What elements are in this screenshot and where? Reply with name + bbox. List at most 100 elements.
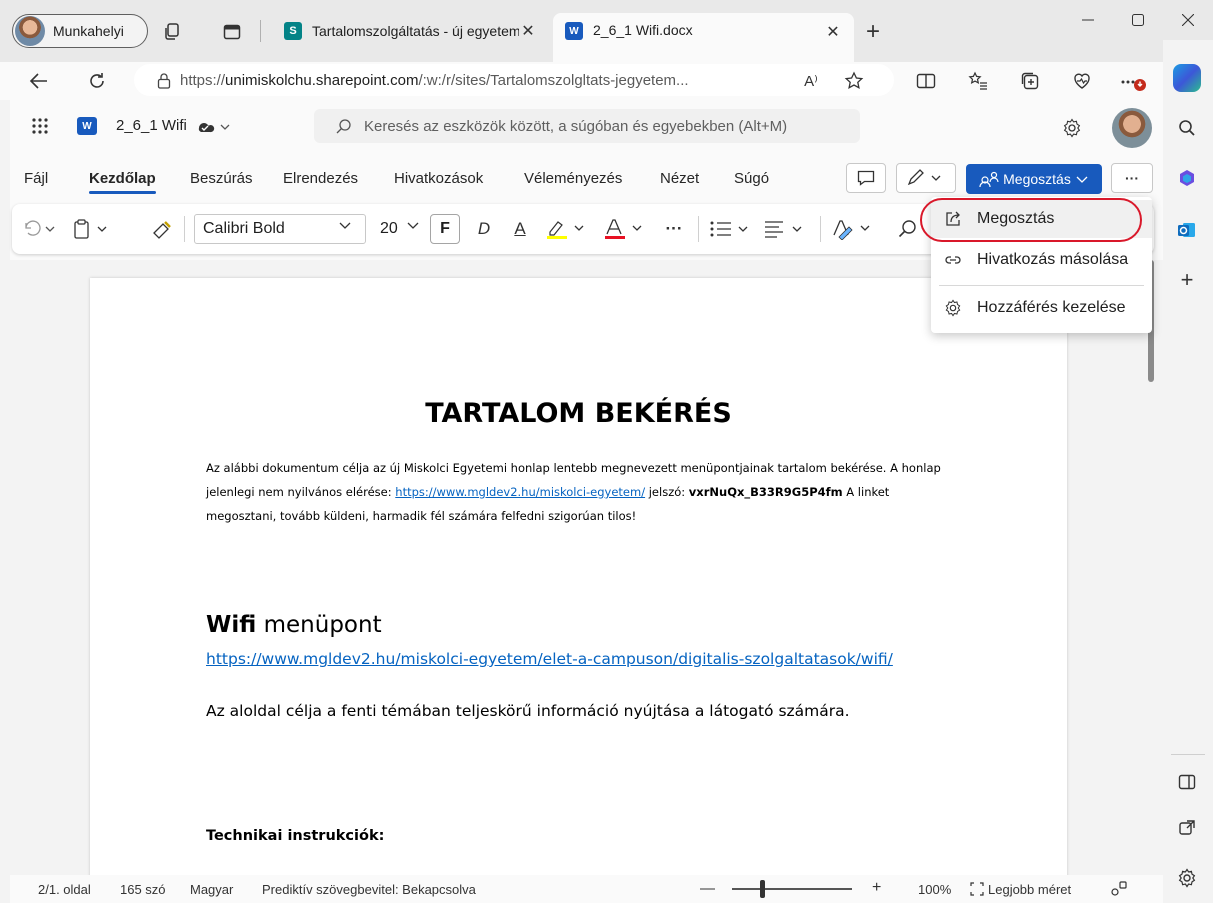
font-color-icon[interactable] bbox=[602, 217, 648, 241]
styles-icon[interactable] bbox=[830, 217, 876, 241]
tab-layout[interactable]: Elrendezés bbox=[283, 170, 358, 187]
search-icon[interactable] bbox=[1175, 116, 1199, 140]
intro-link[interactable]: https://www.mgldev2.hu/miskolci-egyetem/ bbox=[395, 485, 645, 499]
hide-sidebar-icon[interactable] bbox=[1175, 770, 1199, 794]
zoom-slider[interactable] bbox=[732, 888, 852, 890]
menu-item-copy-link[interactable]: Hivatkozás másolása bbox=[931, 241, 1152, 279]
tab-review[interactable]: Véleményezés bbox=[524, 170, 622, 187]
address-bar[interactable]: https://unimiskolchu.sharepoint.com/:w:/… bbox=[134, 64, 894, 96]
document-subheading: Technikai instrukciók: bbox=[206, 828, 385, 844]
close-icon[interactable]: ✕ bbox=[824, 22, 842, 42]
settings-more-icon[interactable] bbox=[1118, 70, 1148, 92]
zoom-out-button[interactable]: — bbox=[700, 880, 715, 897]
app-launcher-icon[interactable] bbox=[28, 114, 52, 138]
new-tab-button[interactable]: + bbox=[860, 18, 886, 45]
bullets-icon[interactable] bbox=[708, 217, 754, 241]
address-row: https://unimiskolchu.sharepoint.com/:w:/… bbox=[0, 62, 1163, 100]
tab-actions-icon[interactable] bbox=[220, 20, 244, 44]
clipboard-icon[interactable] bbox=[70, 217, 114, 241]
browser-title-bar: Munkahelyi S Tartalomszolgáltatás - új e… bbox=[0, 0, 1213, 62]
menu-item-share[interactable]: Megosztás bbox=[931, 200, 1152, 238]
heading-rest: menüpont bbox=[256, 612, 382, 638]
profile-button[interactable]: Munkahelyi bbox=[12, 14, 148, 48]
feedback-icon[interactable] bbox=[1110, 880, 1128, 898]
comments-button[interactable] bbox=[846, 163, 886, 193]
tab-view[interactable]: Nézet bbox=[660, 170, 699, 187]
heading-bold: Wifi bbox=[206, 612, 257, 638]
url-prefix: https:// bbox=[180, 71, 226, 89]
document-name[interactable]: 2_6_1 Wifi bbox=[116, 117, 187, 134]
search-icon bbox=[334, 116, 354, 136]
tab-help[interactable]: Súgó bbox=[734, 170, 769, 187]
workspaces-icon[interactable] bbox=[160, 20, 184, 44]
underline-button[interactable]: A bbox=[508, 217, 532, 241]
back-icon[interactable] bbox=[26, 69, 52, 93]
find-icon[interactable] bbox=[894, 217, 922, 241]
zoom-level[interactable]: 100% bbox=[918, 882, 951, 897]
close-icon[interactable]: ✕ bbox=[519, 21, 537, 41]
document-page[interactable]: TARTALOM BEKÉRÉS Az alábbi dokumentum cé… bbox=[90, 278, 1067, 875]
tab-word-doc[interactable]: W 2_6_1 Wifi.docx ✕ bbox=[553, 13, 854, 62]
undo-icon[interactable] bbox=[20, 217, 60, 241]
word-count[interactable]: 165 szó bbox=[120, 882, 166, 897]
zoom-slider-thumb[interactable] bbox=[760, 880, 765, 898]
tab-home[interactable]: Kezdőlap bbox=[89, 170, 156, 194]
tab-sharepoint[interactable]: S Tartalomszolgáltatás - új egyetem ✕ bbox=[272, 13, 549, 49]
browser-essentials-icon[interactable] bbox=[1070, 70, 1094, 92]
profile-label: Munkahelyi bbox=[53, 23, 124, 39]
maximize-button[interactable] bbox=[1113, 0, 1163, 40]
gear-icon bbox=[943, 299, 963, 317]
align-icon[interactable] bbox=[762, 217, 808, 241]
language[interactable]: Magyar bbox=[190, 882, 233, 897]
lock-icon[interactable] bbox=[154, 71, 174, 91]
sidebar-divider bbox=[1171, 754, 1205, 755]
tab-insert[interactable]: Beszúrás bbox=[190, 170, 253, 187]
add-sidebar-icon[interactable]: + bbox=[1175, 267, 1199, 292]
tab-references[interactable]: Hivatkozások bbox=[394, 170, 483, 187]
window-close-button[interactable] bbox=[1163, 0, 1213, 40]
bold-button[interactable]: F bbox=[430, 214, 460, 244]
sidebar-settings-icon[interactable] bbox=[1175, 866, 1199, 890]
share-button[interactable]: Megosztás bbox=[966, 164, 1102, 194]
refresh-icon[interactable] bbox=[84, 69, 110, 93]
chevron-down-icon bbox=[406, 221, 420, 231]
copilot-app-icon[interactable] bbox=[1175, 166, 1199, 190]
sharepoint-icon: S bbox=[284, 22, 302, 40]
chevron-down-icon bbox=[338, 221, 352, 231]
favorites-icon[interactable] bbox=[966, 70, 990, 92]
wifi-page-link[interactable]: https://www.mgldev2.hu/miskolci-egyetem/… bbox=[206, 650, 893, 668]
split-screen-icon[interactable] bbox=[914, 70, 938, 92]
tab-title: Tartalomszolgáltatás - új egyetem bbox=[312, 23, 519, 39]
tab-file[interactable]: Fájl bbox=[24, 170, 48, 187]
more-formatting-icon[interactable]: ··· bbox=[662, 217, 686, 241]
tab-divider bbox=[260, 20, 261, 42]
zoom-in-button[interactable]: + bbox=[872, 879, 881, 897]
menu-item-manage-access[interactable]: Hozzáférés kezelése bbox=[931, 289, 1152, 327]
document-title: TARTALOM BEKÉRÉS bbox=[425, 398, 732, 429]
outlook-icon[interactable] bbox=[1175, 218, 1199, 242]
format-painter-icon[interactable] bbox=[148, 217, 176, 241]
more-options-button[interactable]: ··· bbox=[1111, 163, 1153, 193]
italic-button[interactable]: D bbox=[472, 217, 496, 241]
minimize-button[interactable] bbox=[1063, 0, 1113, 40]
predictive-text[interactable]: Prediktív szövegbevitel: Bekapcsolva bbox=[262, 882, 476, 897]
intro-password: vxrNuQx_B33R9G5P4fm bbox=[688, 485, 843, 499]
search-input[interactable]: Keresés az eszközök között, a súgóban és… bbox=[314, 109, 860, 143]
best-fit-button[interactable]: Legjobb méret bbox=[988, 882, 1071, 897]
section-heading: Wifi menüpont bbox=[206, 612, 382, 638]
document-canvas[interactable]: TARTALOM BEKÉRÉS Az alábbi dokumentum cé… bbox=[10, 260, 1163, 875]
fit-icon bbox=[970, 882, 984, 896]
favorite-star-icon[interactable] bbox=[842, 70, 866, 92]
avatar[interactable] bbox=[1112, 108, 1152, 148]
settings-gear-icon[interactable] bbox=[1060, 116, 1084, 140]
tab-title: 2_6_1 Wifi.docx bbox=[593, 22, 693, 38]
editing-mode-button[interactable] bbox=[896, 163, 956, 193]
copilot-icon[interactable] bbox=[1173, 64, 1201, 92]
page-count[interactable]: 2/1. oldal bbox=[38, 882, 91, 897]
highlight-color-icon[interactable] bbox=[544, 217, 590, 241]
saved-status-icon[interactable] bbox=[196, 118, 232, 136]
read-aloud-icon[interactable]: A⁾ bbox=[798, 71, 824, 91]
external-window-icon[interactable] bbox=[1175, 816, 1199, 840]
collections-icon[interactable] bbox=[1018, 70, 1042, 92]
share-label: Megosztás bbox=[1003, 171, 1071, 187]
